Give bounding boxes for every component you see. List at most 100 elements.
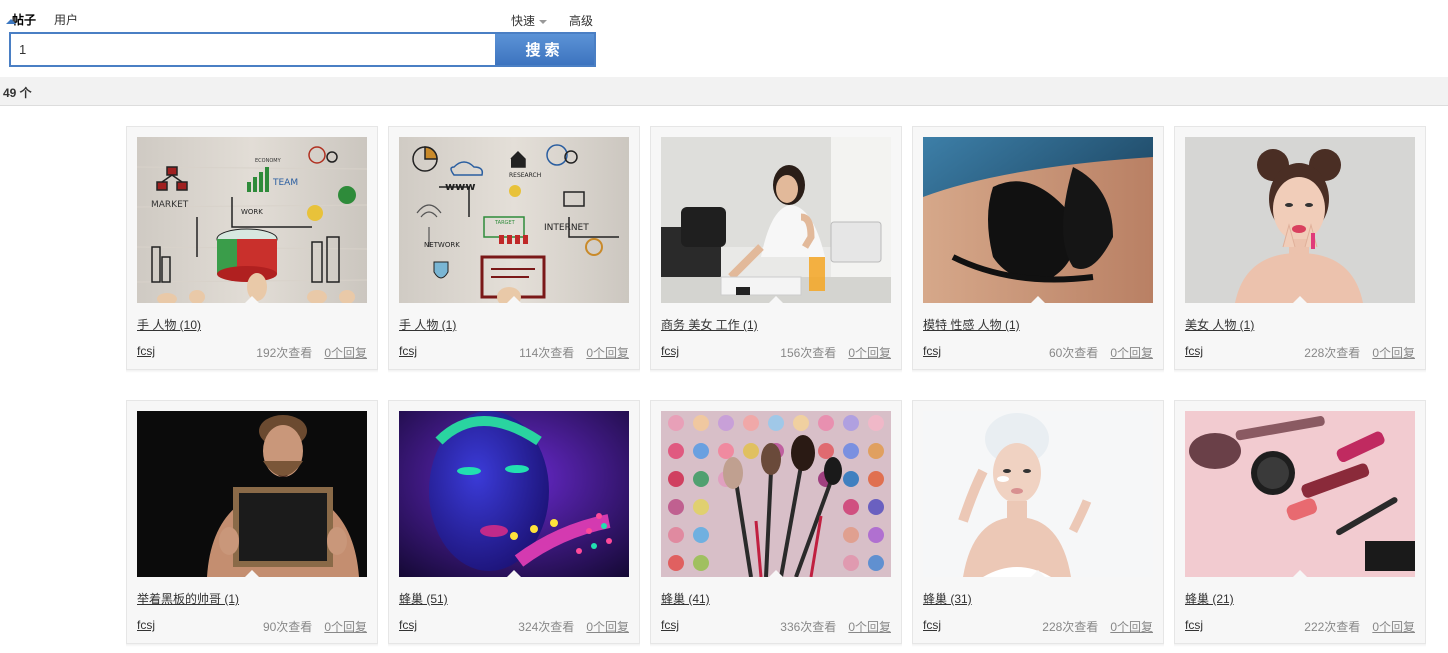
card-replies[interactable]: 0个回复 bbox=[1372, 344, 1415, 361]
result-card: 蜂巢 (41) fcsj 336次查看 0个回复 bbox=[650, 400, 902, 647]
woman-with-towel-skincare-image[interactable] bbox=[923, 411, 1153, 577]
svg-text:www: www bbox=[445, 180, 476, 193]
card-replies[interactable]: 0个回复 bbox=[1372, 618, 1415, 635]
card-views: 90次查看 bbox=[262, 620, 313, 634]
tab-users[interactable]: 用户 bbox=[54, 11, 78, 29]
card-views: 228次查看 bbox=[1042, 620, 1099, 634]
card-views: 222次查看 bbox=[1304, 620, 1361, 634]
result-card: 商务 美女 工作 (1) fcsj 156次查看 0个回复 bbox=[650, 126, 902, 373]
thumbnail-notch bbox=[245, 296, 259, 303]
thumbnail-notch bbox=[245, 570, 259, 577]
card-views: 336次查看 bbox=[780, 620, 837, 634]
card-meta: fcsj 336次查看 0个回复 bbox=[661, 618, 891, 635]
card-replies[interactable]: 0个回复 bbox=[586, 618, 629, 635]
result-card: 模特 性感 人物 (1) fcsj 60次查看 0个回复 bbox=[912, 126, 1164, 373]
thumbnail-notch bbox=[1293, 570, 1307, 577]
woman-with-hair-buns-image[interactable] bbox=[1185, 137, 1415, 303]
card-meta: fcsj 90次查看 0个回复 bbox=[137, 618, 367, 635]
search-button[interactable]: 搜索 bbox=[495, 34, 594, 65]
svg-text:TEAM: TEAM bbox=[272, 178, 298, 188]
card-title[interactable]: 商务 美女 工作 (1) bbox=[661, 316, 758, 333]
neon-face-paint-image[interactable] bbox=[399, 411, 629, 577]
card-author[interactable]: fcsj bbox=[661, 344, 679, 361]
card-author[interactable]: fcsj bbox=[137, 618, 155, 635]
card-title[interactable]: 手 人物 (10) bbox=[137, 316, 201, 333]
card-replies[interactable]: 0个回复 bbox=[324, 344, 367, 361]
card-author[interactable]: fcsj bbox=[137, 344, 155, 361]
result-card: MARKET WORK TEAM ECONOMY 手 人物 (10) fcsj … bbox=[126, 126, 378, 373]
card-title[interactable]: 蜂巢 (21) bbox=[1185, 590, 1234, 607]
card-author[interactable]: fcsj bbox=[1185, 618, 1203, 635]
woman-at-office-desk-image[interactable] bbox=[661, 137, 891, 303]
card-meta: fcsj 324次查看 0个回复 bbox=[399, 618, 629, 635]
card-author[interactable]: fcsj bbox=[661, 618, 679, 635]
result-card: 蜂巢 (51) fcsj 324次查看 0个回复 bbox=[388, 400, 640, 647]
makeup-brushes-palette-image[interactable] bbox=[661, 411, 891, 577]
card-replies[interactable]: 0个回复 bbox=[1110, 344, 1153, 361]
thumbnail-notch bbox=[769, 570, 783, 577]
result-card: 蜂巢 (21) fcsj 222次查看 0个回复 bbox=[1174, 400, 1426, 647]
card-meta: fcsj 228次查看 0个回复 bbox=[923, 618, 1153, 635]
result-summary-bar: 49 个 bbox=[0, 77, 1448, 106]
model-in-black-lingerie-image[interactable] bbox=[923, 137, 1153, 303]
card-replies[interactable]: 0个回复 bbox=[1110, 618, 1153, 635]
card-title[interactable]: 蜂巢 (41) bbox=[661, 590, 710, 607]
advanced-search-link[interactable]: 高级 bbox=[569, 12, 593, 29]
card-meta: fcsj 222次查看 0个回复 bbox=[1185, 618, 1415, 635]
svg-text:TARGET: TARGET bbox=[494, 220, 516, 226]
business-concept-sketch-image[interactable]: MARKET WORK TEAM ECONOMY bbox=[137, 137, 367, 303]
card-replies[interactable]: 0个回复 bbox=[848, 344, 891, 361]
svg-text:RESEARCH: RESEARCH bbox=[509, 172, 541, 179]
card-title[interactable]: 蜂巢 (51) bbox=[399, 590, 448, 607]
result-card: www RESEARCH NETWORK INTERNET TARGET 手 人… bbox=[388, 126, 640, 373]
card-author[interactable]: fcsj bbox=[399, 344, 417, 361]
card-views: 156次查看 bbox=[780, 346, 837, 360]
card-meta: fcsj 60次查看 0个回复 bbox=[923, 344, 1153, 361]
chevron-down-icon bbox=[539, 19, 548, 24]
search-input[interactable] bbox=[11, 34, 495, 65]
svg-text:INTERNET: INTERNET bbox=[544, 223, 589, 233]
svg-text:MARKET: MARKET bbox=[151, 200, 189, 210]
card-title[interactable]: 手 人物 (1) bbox=[399, 316, 456, 333]
card-author[interactable]: fcsj bbox=[923, 618, 941, 635]
card-meta: fcsj 228次查看 0个回复 bbox=[1185, 344, 1415, 361]
thumbnail-notch bbox=[507, 296, 521, 303]
card-title[interactable]: 美女 人物 (1) bbox=[1185, 316, 1254, 333]
thumbnail-notch bbox=[507, 570, 521, 577]
card-views: 324次查看 bbox=[518, 620, 575, 634]
search-box: 搜索 bbox=[9, 32, 596, 67]
card-meta: fcsj 114次查看 0个回复 bbox=[399, 344, 629, 361]
card-replies[interactable]: 0个回复 bbox=[848, 618, 891, 635]
thumbnail-notch bbox=[1031, 296, 1045, 303]
svg-text:NETWORK: NETWORK bbox=[424, 241, 460, 249]
card-title[interactable]: 蜂巢 (31) bbox=[923, 590, 972, 607]
card-author[interactable]: fcsj bbox=[399, 618, 417, 635]
card-author[interactable]: fcsj bbox=[1185, 344, 1203, 361]
thumbnail-notch bbox=[1031, 570, 1045, 577]
cosmetics-on-pink-image[interactable] bbox=[1185, 411, 1415, 577]
result-card: 蜂巢 (31) fcsj 228次查看 0个回复 bbox=[912, 400, 1164, 647]
thumbnail-notch bbox=[1293, 296, 1307, 303]
thumbnail-notch bbox=[769, 296, 783, 303]
card-title[interactable]: 举着黑板的帅哥 (1) bbox=[137, 590, 239, 607]
svg-text:WORK: WORK bbox=[241, 208, 263, 216]
card-author[interactable]: fcsj bbox=[923, 344, 941, 361]
card-views: 60次查看 bbox=[1048, 346, 1099, 360]
result-count: 49 个 bbox=[3, 86, 32, 100]
man-holding-blackboard-image[interactable] bbox=[137, 411, 367, 577]
svg-text:ECONOMY: ECONOMY bbox=[255, 158, 282, 164]
card-replies[interactable]: 0个回复 bbox=[586, 344, 629, 361]
card-views: 114次查看 bbox=[519, 346, 575, 360]
quick-search-dropdown[interactable]: 快速 bbox=[511, 12, 548, 29]
result-card: 举着黑板的帅哥 (1) fcsj 90次查看 0个回复 bbox=[126, 400, 378, 647]
card-views: 228次查看 bbox=[1304, 346, 1361, 360]
internet-concept-sketch-image[interactable]: www RESEARCH NETWORK INTERNET TARGET bbox=[399, 137, 629, 303]
card-replies[interactable]: 0个回复 bbox=[324, 618, 367, 635]
search-type-tabs: 帖子 用户 bbox=[12, 11, 96, 29]
card-meta: fcsj 192次查看 0个回复 bbox=[137, 344, 367, 361]
card-views: 192次查看 bbox=[256, 346, 313, 360]
card-title[interactable]: 模特 性感 人物 (1) bbox=[923, 316, 1020, 333]
quick-search-label: 快速 bbox=[511, 14, 536, 28]
active-tab-indicator bbox=[6, 19, 16, 24]
card-meta: fcsj 156次查看 0个回复 bbox=[661, 344, 891, 361]
